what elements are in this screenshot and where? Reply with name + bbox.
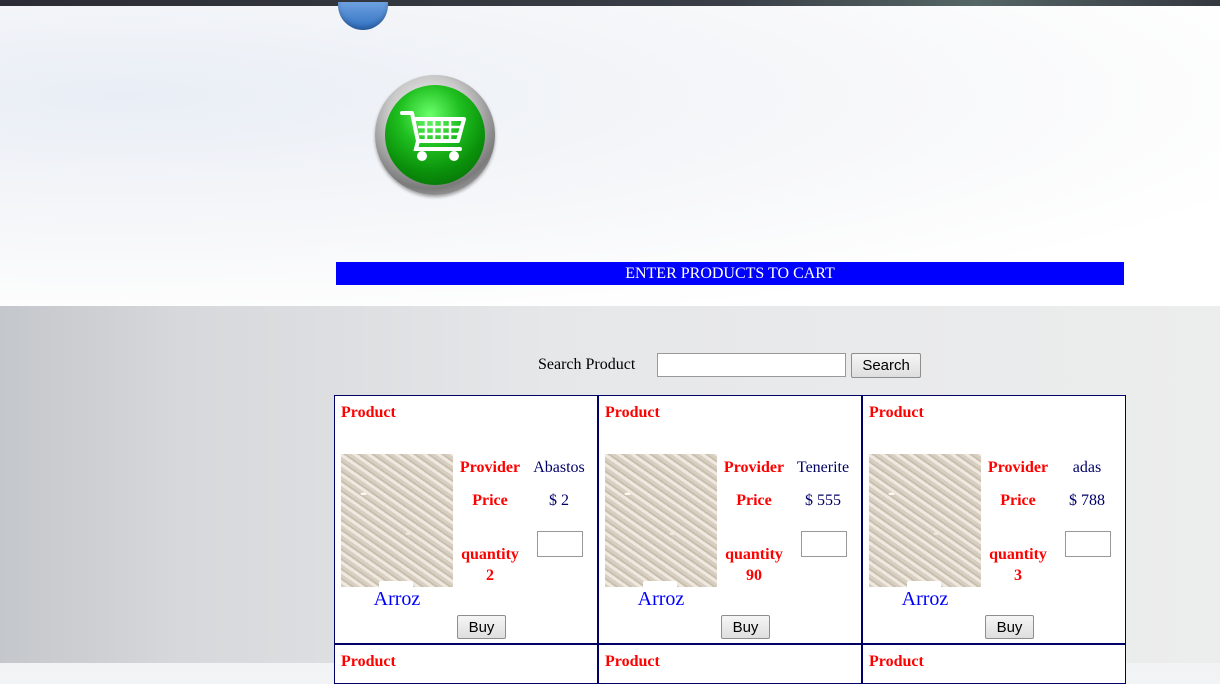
price-value: $ 788 <box>1069 492 1105 509</box>
product-card: Product Arroz Provider Abastos Price $ 2… <box>334 395 598 644</box>
price-value: $ 555 <box>805 492 841 509</box>
product-card: Product Arroz Provider Tenerite Price $ … <box>598 395 862 644</box>
product-title: Product <box>605 404 660 421</box>
quantity-label: quantity <box>461 546 519 563</box>
price-label: Price <box>472 492 508 509</box>
header-area: ENTER PRODUCTS TO CART <box>0 2 1220 306</box>
product-name: Arroz <box>637 588 685 610</box>
product-title: Product <box>341 653 396 670</box>
product-image <box>869 454 981 587</box>
search-input[interactable] <box>657 353 847 377</box>
shopping-cart-icon <box>375 75 495 195</box>
price-value: $ 2 <box>549 492 569 509</box>
search-label: Search Product <box>538 356 636 373</box>
buy-button[interactable]: Buy <box>721 615 770 639</box>
cart-glyph-icon <box>400 111 466 161</box>
provider-label: Provider <box>987 459 1049 476</box>
product-title: Product <box>869 404 924 421</box>
quantity-value: 90 <box>746 567 762 584</box>
price-label: Price <box>736 492 772 509</box>
product-title: Product <box>341 404 396 421</box>
product-card: Product <box>862 644 1126 684</box>
quantity-input[interactable] <box>1065 531 1111 557</box>
enter-products-banner: ENTER PRODUCTS TO CART <box>336 262 1124 285</box>
provider-value: Abastos <box>533 459 585 476</box>
product-title: Product <box>869 653 924 670</box>
product-image <box>341 454 453 587</box>
quantity-label: quantity <box>725 546 783 563</box>
product-card: Product Arroz Provider adas Price $ 788 … <box>862 395 1126 644</box>
product-name: Arroz <box>373 588 421 610</box>
product-name: Arroz <box>901 588 949 610</box>
quantity-input[interactable] <box>801 531 847 557</box>
provider-label: Provider <box>459 459 521 476</box>
quantity-value: 2 <box>486 567 494 584</box>
search-button[interactable]: Search <box>851 352 921 378</box>
buy-button[interactable]: Buy <box>457 615 506 639</box>
product-title: Product <box>605 653 660 670</box>
buy-button[interactable]: Buy <box>985 615 1034 639</box>
product-card: Product <box>598 644 862 684</box>
quantity-value: 3 <box>1014 567 1022 584</box>
app-icon <box>338 2 388 30</box>
search-bar: Search Product Search <box>538 352 921 378</box>
quantity-label: quantity <box>989 546 1047 563</box>
provider-label: Provider <box>723 459 785 476</box>
quantity-input[interactable] <box>537 531 583 557</box>
product-card: Product <box>334 644 598 684</box>
provider-value: adas <box>1072 459 1102 476</box>
price-label: Price <box>1000 492 1036 509</box>
product-grid: Product Arroz Provider Abastos Price $ 2… <box>334 395 1126 684</box>
product-image <box>605 454 717 587</box>
provider-value: Tenerite <box>796 459 850 476</box>
